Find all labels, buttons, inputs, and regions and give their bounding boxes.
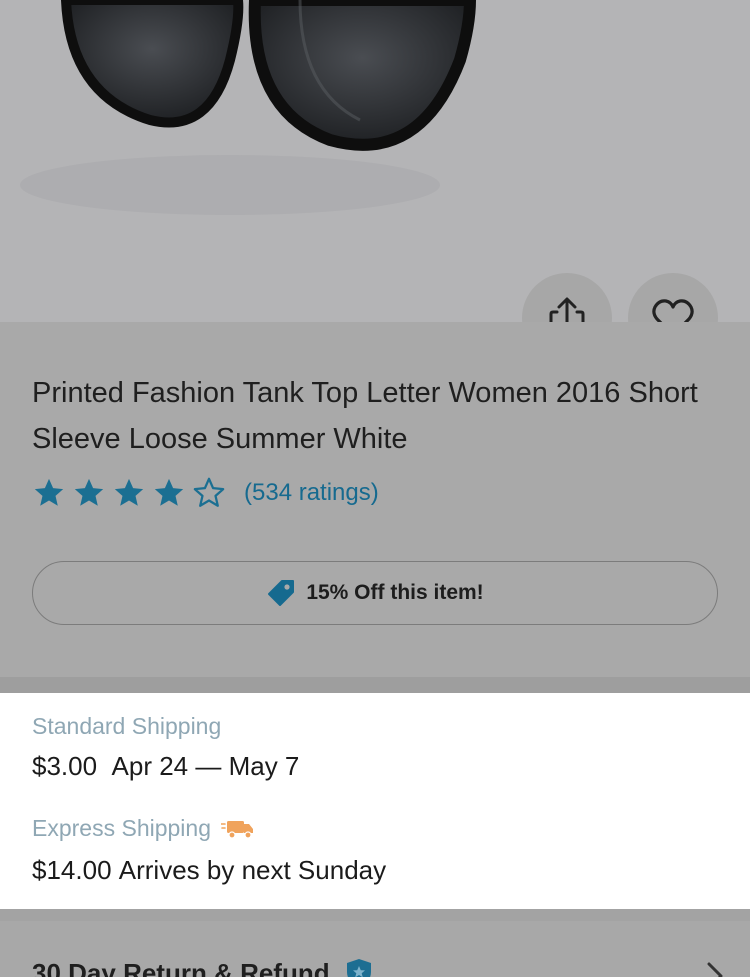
product-image[interactable]: [0, 0, 750, 322]
returns-title: 30 Day Return & Refund: [32, 957, 330, 977]
rating-stars: [32, 476, 226, 510]
star-filled-icon: [154, 478, 184, 506]
standard-shipping-price: $3.00: [32, 751, 98, 781]
promo-button[interactable]: 15% Off this item!: [32, 561, 718, 625]
express-shipping-price: $14.00: [32, 855, 112, 885]
product-rating: (534 ratings): [32, 476, 379, 510]
express-shipping-detail: $14.00 Arrives by next Sunday: [32, 855, 386, 886]
returns-row[interactable]: 30 Day Return & Refund: [32, 957, 374, 977]
shield-icon: [346, 959, 371, 977]
express-shipping-label-row: Express Shipping: [32, 815, 255, 842]
star-filled-icon: [114, 478, 144, 506]
express-shipping-label: Express Shipping: [32, 815, 211, 841]
express-shipping-arrival: Arrives by next Sunday: [118, 855, 387, 885]
star-filled-icon: [74, 478, 104, 506]
shipping-section: Standard Shipping $3.00 Apr 24 — May 7 E…: [0, 693, 750, 909]
price-tag-icon: [268, 580, 295, 606]
product-title: Printed Fashion Tank Top Letter Women 20…: [32, 377, 698, 455]
section-divider: [0, 909, 750, 921]
sunglasses-image: [20, 0, 477, 215]
star-filled-icon: [34, 478, 64, 506]
standard-shipping-dates: Apr 24 — May 7: [111, 751, 300, 781]
standard-shipping-label: Standard Shipping: [32, 713, 222, 739]
star-empty-icon: [193, 477, 225, 507]
ratings-count-link[interactable]: (534 ratings): [244, 479, 379, 507]
standard-shipping-detail: $3.00 Apr 24 — May 7: [32, 751, 299, 782]
chevron-right-icon[interactable]: [706, 961, 724, 977]
promo-label: 15% Off this item!: [306, 581, 484, 604]
section-divider: [0, 677, 750, 693]
truck-icon: [221, 820, 253, 839]
returns-section[interactable]: 30 Day Return & Refund: [0, 921, 750, 977]
